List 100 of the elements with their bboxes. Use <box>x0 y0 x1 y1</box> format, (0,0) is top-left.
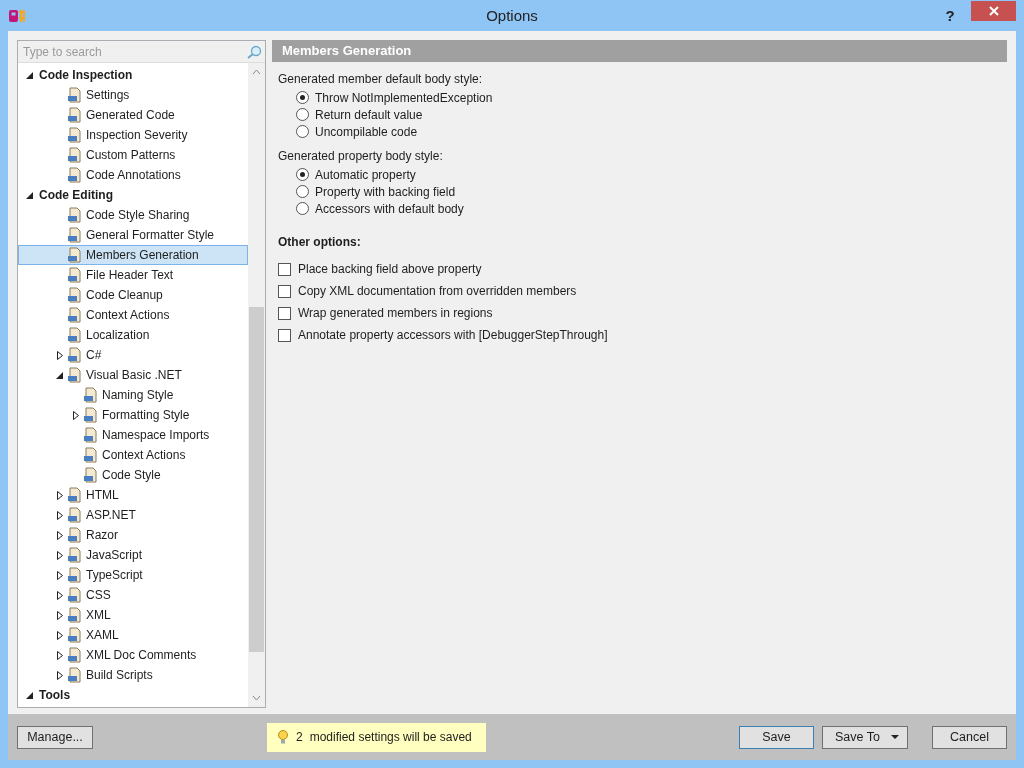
notice-count: 2 <box>296 730 303 744</box>
checkbox[interactable] <box>278 328 291 342</box>
tree-item[interactable]: Localization <box>18 325 248 345</box>
close-button[interactable] <box>971 1 1016 21</box>
expanded-arrow-icon[interactable] <box>56 370 64 380</box>
tree-item[interactable]: Generated Code <box>18 105 248 125</box>
checkbox[interactable] <box>278 262 291 276</box>
page-icon <box>67 147 83 163</box>
radio-button[interactable] <box>296 125 309 138</box>
tree-category[interactable]: Tools <box>18 685 248 705</box>
manage-button[interactable]: Manage... <box>17 725 93 749</box>
checkbox-label[interactable]: Copy XML documentation from overridden members <box>298 284 577 298</box>
tree-item[interactable]: HTML <box>18 485 248 505</box>
collapsed-arrow-icon[interactable] <box>56 630 64 640</box>
checkbox[interactable] <box>278 284 291 298</box>
radio-button[interactable] <box>296 108 309 121</box>
collapsed-arrow-icon[interactable] <box>56 570 64 580</box>
tree-category[interactable]: Code Inspection <box>18 65 248 85</box>
scrollbar[interactable] <box>248 63 265 707</box>
page-icon <box>67 327 83 343</box>
page-icon <box>67 607 83 623</box>
tree-item[interactable]: Visual Basic .NET <box>18 365 248 385</box>
page-icon <box>83 447 99 463</box>
tree-item[interactable]: Formatting Style <box>18 405 248 425</box>
page-icon <box>67 287 83 303</box>
tree-item[interactable]: Code Style <box>18 465 248 485</box>
panel-header: Members Generation <box>272 40 1007 62</box>
radio-button[interactable] <box>296 202 309 215</box>
tree-item[interactable]: C# <box>18 345 248 365</box>
scroll-up-icon[interactable] <box>252 69 261 75</box>
expanded-arrow-icon[interactable] <box>26 70 34 80</box>
collapsed-arrow-icon[interactable] <box>56 590 64 600</box>
collapsed-arrow-icon[interactable] <box>56 610 64 620</box>
checkbox[interactable] <box>278 306 291 320</box>
tree-item[interactable]: CSS <box>18 585 248 605</box>
help-button[interactable]: ? <box>935 4 965 27</box>
tree-item[interactable]: Build Scripts <box>18 665 248 685</box>
radio-button[interactable] <box>296 185 309 198</box>
collapsed-arrow-icon[interactable] <box>56 530 64 540</box>
radio-label[interactable]: Uncompilable code <box>315 124 418 139</box>
collapsed-arrow-icon[interactable] <box>56 490 64 500</box>
tree-item[interactable]: Razor <box>18 525 248 545</box>
page-icon <box>67 647 83 663</box>
search-field[interactable]: Type to search <box>18 41 265 63</box>
collapsed-arrow-icon[interactable] <box>72 410 80 420</box>
scroll-down-icon[interactable] <box>252 695 261 701</box>
close-icon <box>988 6 999 16</box>
lightbulb-icon <box>277 729 289 745</box>
radio-label[interactable]: Throw NotImplementedException <box>315 90 493 105</box>
collapsed-arrow-icon[interactable] <box>56 350 64 360</box>
save-to-button[interactable]: Save To <box>822 725 908 749</box>
collapsed-arrow-icon[interactable] <box>56 510 64 520</box>
radio-label[interactable]: Property with backing field <box>315 184 456 199</box>
page-icon <box>67 167 83 183</box>
checkbox-label[interactable]: Wrap generated members in regions <box>298 306 493 320</box>
radio-label[interactable]: Accessors with default body <box>315 201 464 216</box>
tree-item[interactable]: XML <box>18 605 248 625</box>
save-button[interactable]: Save <box>739 725 814 749</box>
scroll-thumb[interactable] <box>249 307 264 652</box>
tree-category[interactable]: Code Editing <box>18 185 248 205</box>
tree-item[interactable]: Settings <box>18 85 248 105</box>
checkbox-label[interactable]: Annotate property accessors with [DebuggerStepThrough] <box>298 328 608 342</box>
tree-item[interactable]: Inspection Severity <box>18 125 248 145</box>
tree-item[interactable]: XAML <box>18 625 248 645</box>
tree-item[interactable]: Code Annotations <box>18 165 248 185</box>
tree-item[interactable]: Code Style Sharing <box>18 205 248 225</box>
radio-label[interactable]: Automatic property <box>315 167 416 182</box>
section-heading: Other options: <box>278 235 362 249</box>
tree-item[interactable]: General Formatter Style <box>18 225 248 245</box>
checkbox-label[interactable]: Place backing field above property <box>298 262 482 276</box>
page-icon <box>67 267 83 283</box>
expanded-arrow-icon[interactable] <box>26 190 34 200</box>
tree-item[interactable]: ASP.NET <box>18 505 248 525</box>
tree-item[interactable]: Naming Style <box>18 385 248 405</box>
tree-item[interactable]: Context Actions <box>18 445 248 465</box>
page-icon <box>67 87 83 103</box>
collapsed-arrow-icon[interactable] <box>56 650 64 660</box>
tree-item[interactable]: Context Actions <box>18 305 248 325</box>
radio-button[interactable] <box>296 168 309 181</box>
page-icon <box>67 667 83 683</box>
page-icon <box>67 627 83 643</box>
collapsed-arrow-icon[interactable] <box>56 670 64 680</box>
collapsed-arrow-icon[interactable] <box>56 550 64 560</box>
search-icon <box>246 45 262 59</box>
radio-button[interactable] <box>296 91 309 104</box>
tree-item[interactable]: JavaScript <box>18 545 248 565</box>
tree-item[interactable]: Namespace Imports <box>18 425 248 445</box>
tree-item[interactable]: XML Doc Comments <box>18 645 248 665</box>
tree-item[interactable]: File Header Text <box>18 265 248 285</box>
tree-item[interactable]: Code Cleanup <box>18 285 248 305</box>
page-icon <box>67 367 83 383</box>
page-icon <box>67 527 83 543</box>
tree-item[interactable]: TypeScript <box>18 565 248 585</box>
page-icon <box>67 507 83 523</box>
tree-item[interactable]: Members Generation <box>18 245 248 265</box>
cancel-button[interactable]: Cancel <box>932 725 1007 749</box>
page-icon <box>67 567 83 583</box>
radio-label[interactable]: Return default value <box>315 107 423 122</box>
tree-item[interactable]: Custom Patterns <box>18 145 248 165</box>
expanded-arrow-icon[interactable] <box>26 690 34 700</box>
